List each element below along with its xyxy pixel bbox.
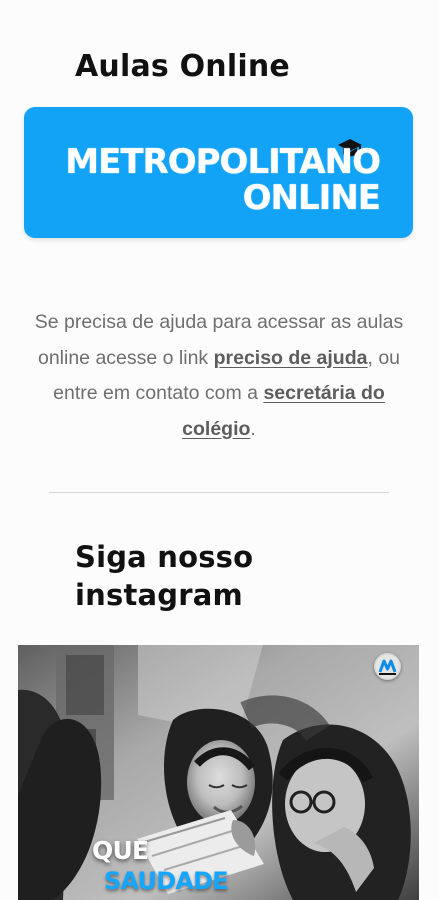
online-classes-title: Aulas Online <box>75 49 290 84</box>
instagram-title: Siga nosso instagram <box>75 540 254 612</box>
banner-title-line-2: ONLINE <box>242 178 381 218</box>
section-divider <box>49 492 389 493</box>
instagram-post-photo <box>18 645 419 900</box>
banner-title-line-1: METROPOLITANO <box>65 142 381 182</box>
post-caption-line-1: QUE <box>92 836 149 865</box>
metropolitano-online-link[interactable]: METROPOLITANO ONLINE <box>24 107 413 238</box>
help-paragraph: Se precisa de ajuda para acessar as aula… <box>24 305 414 447</box>
instagram-post-preview[interactable]: QUE SAUDADE <box>18 645 419 900</box>
help-text-suffix: . <box>250 417 256 440</box>
mobile-page: Aulas Online METROPOLITANO ONLINE Se pre… <box>0 0 439 900</box>
profile-badge-icon <box>374 653 401 680</box>
post-caption-line-2: SAUDADE <box>104 867 229 895</box>
help-link[interactable]: preciso de ajuda <box>214 347 368 369</box>
